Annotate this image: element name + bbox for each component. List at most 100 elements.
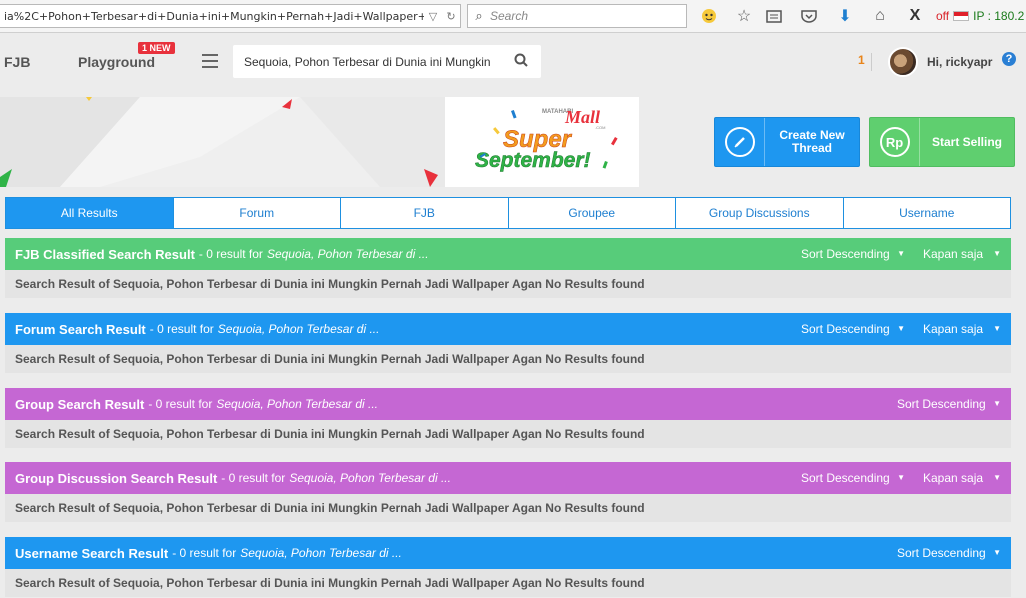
browser-search-box[interactable]: ⌕ Search	[467, 4, 687, 28]
nav-playground[interactable]: Playground	[78, 54, 155, 70]
result-query: Sequoia, Pohon Terbesar di ...	[240, 546, 402, 560]
tab-all-results[interactable]: All Results	[6, 198, 174, 228]
result-title: FJB Classified Search Result	[15, 246, 195, 262]
search-input[interactable]: Sequoia, Pohon Terbesar di Dunia ini Mun…	[244, 55, 501, 69]
time-label: Kapan saja	[923, 322, 984, 336]
chevron-down-icon: ▼	[993, 548, 1001, 557]
sort-dropdown[interactable]: Sort Descending ▼	[897, 546, 1011, 560]
create-thread-label: Create New Thread	[779, 128, 845, 155]
site-header: FJB Playground 1 NEW Sequoia, Pohon Terb…	[0, 38, 1026, 86]
nav-fjb[interactable]: FJB	[4, 54, 30, 70]
chevron-down-icon: ▼	[897, 473, 905, 482]
forum-result-section: Forum Search Result - 0 result for Sequo…	[5, 313, 1011, 373]
flag-icon	[953, 11, 970, 21]
result-count: - 0 result for	[198, 247, 263, 261]
result-count: - 0 result for	[221, 471, 286, 485]
sort-dropdown[interactable]: Sort Descending ▼	[801, 322, 915, 336]
rupiah-icon-wrap: Rp	[870, 118, 920, 166]
chevron-down-icon: ▼	[993, 399, 1001, 408]
group-result-header: Group Search Result - 0 result for Sequo…	[5, 388, 1011, 420]
fjb-result-section: FJB Classified Search Result - 0 result …	[5, 238, 1011, 298]
tab-username[interactable]: Username	[844, 198, 1011, 228]
start-selling-button[interactable]: Rp Start Selling	[869, 117, 1015, 167]
group-discussion-result-header: Group Discussion Search Result - 0 resul…	[5, 462, 1011, 494]
help-icon[interactable]: ?	[1002, 52, 1016, 66]
extension-icon[interactable]	[698, 6, 720, 26]
result-title: Group Discussion Search Result	[15, 470, 218, 486]
dropdown-icon[interactable]: ▽	[424, 10, 442, 23]
ad-september: September!	[475, 149, 591, 172]
result-body: Search Result of Sequoia, Pohon Terbesar…	[5, 420, 1011, 448]
reading-list-icon[interactable]	[763, 6, 785, 26]
search-icon: ⌕	[475, 8, 483, 23]
result-body: Search Result of Sequoia, Pohon Terbesar…	[5, 345, 1011, 373]
group-discussion-result-section: Group Discussion Search Result - 0 resul…	[5, 462, 1011, 522]
new-badge: 1 NEW	[138, 42, 175, 54]
tab-group-discussions[interactable]: Group Discussions	[676, 198, 844, 228]
search-icon[interactable]	[501, 53, 541, 71]
notification-count[interactable]: 1	[858, 53, 872, 71]
sort-dropdown[interactable]: Sort Descending ▼	[801, 247, 915, 261]
sort-label: Sort Descending	[801, 322, 890, 336]
fjb-result-header: FJB Classified Search Result - 0 result …	[5, 238, 1011, 270]
sort-dropdown[interactable]: Sort Descending ▼	[897, 397, 1011, 411]
ip-label: IP : 180.2	[973, 9, 1025, 23]
time-label: Kapan saja	[923, 247, 984, 261]
start-selling-label: Start Selling	[931, 134, 1002, 149]
time-dropdown[interactable]: Kapan saja ▼	[915, 247, 1011, 261]
address-bar[interactable]: ia%2C+Pohon+Terbesar+di+Dunia+ini+Mungki…	[0, 4, 461, 28]
ad-brand-mall: Mall	[564, 107, 600, 127]
browser-search-placeholder: Search	[490, 9, 529, 23]
time-label: Kapan saja	[923, 471, 984, 485]
forum-result-header: Forum Search Result - 0 result for Sequo…	[5, 313, 1011, 345]
user-greeting[interactable]: Hi, rickyapr	[927, 55, 992, 69]
site-search-box[interactable]: Sequoia, Pohon Terbesar di Dunia ini Mun…	[233, 45, 541, 78]
result-title: Group Search Result	[15, 396, 145, 412]
sort-label: Sort Descending	[897, 546, 986, 560]
result-query: Sequoia, Pohon Terbesar di ...	[216, 397, 379, 411]
browser-toolbar: ia%2C+Pohon+Terbesar+di+Dunia+ini+Mungki…	[0, 0, 1026, 33]
chevron-down-icon: ▼	[897, 324, 905, 333]
chevron-down-icon: ▼	[897, 249, 905, 258]
tab-fjb[interactable]: FJB	[341, 198, 509, 228]
rupiah-icon: Rp	[879, 127, 910, 157]
ad-dotcom: .COM	[595, 125, 605, 130]
avatar[interactable]	[888, 47, 918, 77]
result-title: Forum Search Result	[15, 321, 146, 337]
chevron-down-icon: ▼	[993, 249, 1001, 258]
result-body: Search Result of Sequoia, Pohon Terbesar…	[5, 569, 1011, 597]
home-icon[interactable]: ⌂	[869, 6, 891, 26]
chevron-down-icon: ▼	[993, 324, 1001, 333]
result-title: Username Search Result	[15, 545, 169, 561]
sort-dropdown[interactable]: Sort Descending ▼	[801, 471, 915, 485]
pencil-icon-wrap	[715, 118, 765, 166]
sort-label: Sort Descending	[897, 397, 986, 411]
username-result-section: Username Search Result - 0 result for Se…	[5, 537, 1011, 597]
result-count: - 0 result for	[172, 546, 237, 560]
username-result-header: Username Search Result - 0 result for Se…	[5, 537, 1011, 569]
tab-forum[interactable]: Forum	[174, 198, 341, 228]
result-count: - 0 result for	[149, 322, 214, 336]
download-icon[interactable]: ⬇	[834, 6, 856, 26]
result-body: Search Result of Sequoia, Pohon Terbesar…	[5, 494, 1011, 522]
time-dropdown[interactable]: Kapan saja ▼	[915, 471, 1011, 485]
group-result-section: Group Search Result - 0 result for Sequo…	[5, 388, 1011, 448]
menu-icon[interactable]	[202, 54, 218, 68]
time-dropdown[interactable]: Kapan saja ▼	[915, 322, 1011, 336]
sort-label: Sort Descending	[801, 471, 890, 485]
result-tabs: All Results Forum FJB Groupee Group Disc…	[5, 197, 1011, 229]
ip-indicator: off IP : 180.2	[936, 9, 1024, 23]
off-label: off	[936, 9, 950, 23]
super-september-ad[interactable]: MATAHARI Mall .COM Super September!	[445, 97, 639, 187]
result-count: - 0 result for	[148, 397, 213, 411]
tab-groupee[interactable]: Groupee	[509, 198, 676, 228]
address-bar-text[interactable]: ia%2C+Pohon+Terbesar+di+Dunia+ini+Mungki…	[4, 10, 424, 23]
pocket-icon[interactable]	[798, 6, 820, 26]
chevron-down-icon: ▼	[993, 473, 1001, 482]
pencil-icon	[724, 127, 755, 157]
sort-label: Sort Descending	[801, 247, 890, 261]
reload-icon[interactable]: ↻	[442, 10, 460, 23]
x-extension-icon[interactable]: X	[904, 6, 926, 26]
bookmark-star-icon[interactable]: ☆	[733, 6, 755, 26]
create-thread-button[interactable]: Create New Thread	[714, 117, 860, 167]
